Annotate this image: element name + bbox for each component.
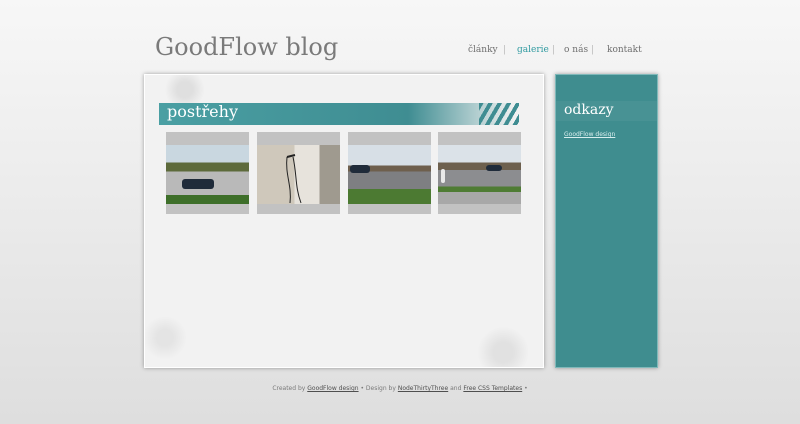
photo-road-car	[348, 145, 431, 204]
nav-item-galerie[interactable]: galerie	[517, 45, 549, 55]
footer-bullet: •	[524, 385, 528, 392]
cables-drawing	[286, 154, 302, 204]
site-title[interactable]: GoodFlow blog	[155, 33, 338, 61]
gallery-thumbnail[interactable]	[166, 132, 249, 214]
footer: Created by GoodFlow design • Design by N…	[0, 385, 800, 392]
nav-item-kontakt[interactable]: kontakt	[607, 45, 642, 55]
sidebar-link-goodflow[interactable]: GoodFlow design	[564, 131, 615, 138]
footer-and: and	[450, 385, 462, 392]
cyclist-shape	[441, 169, 445, 183]
main-content-panel: postřehy	[144, 74, 544, 368]
gallery-thumbnail[interactable]	[348, 132, 431, 214]
sidebar-title: odkazy	[564, 102, 614, 118]
section-title: postřehy	[167, 102, 238, 121]
nav-separator: |	[591, 45, 595, 55]
nav-separator: |	[503, 45, 507, 55]
footer-design-by: • Design by	[360, 385, 396, 392]
car-shape	[486, 165, 502, 171]
nav-item-clanky[interactable]: články	[468, 45, 498, 55]
footer-link-templates[interactable]: Free CSS Templates	[463, 385, 522, 392]
photo-wall-cables	[257, 145, 340, 204]
sidebar-panel: odkazy GoodFlow design	[555, 74, 658, 368]
nav-separator: |	[552, 45, 556, 55]
footer-created-by: Created by	[272, 385, 306, 392]
photo-road-cyclist	[438, 145, 521, 204]
nav-item-o-nas[interactable]: o nás	[564, 45, 588, 55]
footer-link-designer[interactable]: NodeThirtyThree	[398, 385, 448, 392]
car-shape	[350, 165, 370, 173]
photo-parking-lot-car	[166, 145, 249, 204]
footer-link-goodflow[interactable]: GoodFlow design	[307, 385, 358, 392]
gallery-thumbnail[interactable]	[438, 132, 521, 214]
car-shape	[182, 179, 214, 189]
gallery-thumbnail[interactable]	[257, 132, 340, 214]
